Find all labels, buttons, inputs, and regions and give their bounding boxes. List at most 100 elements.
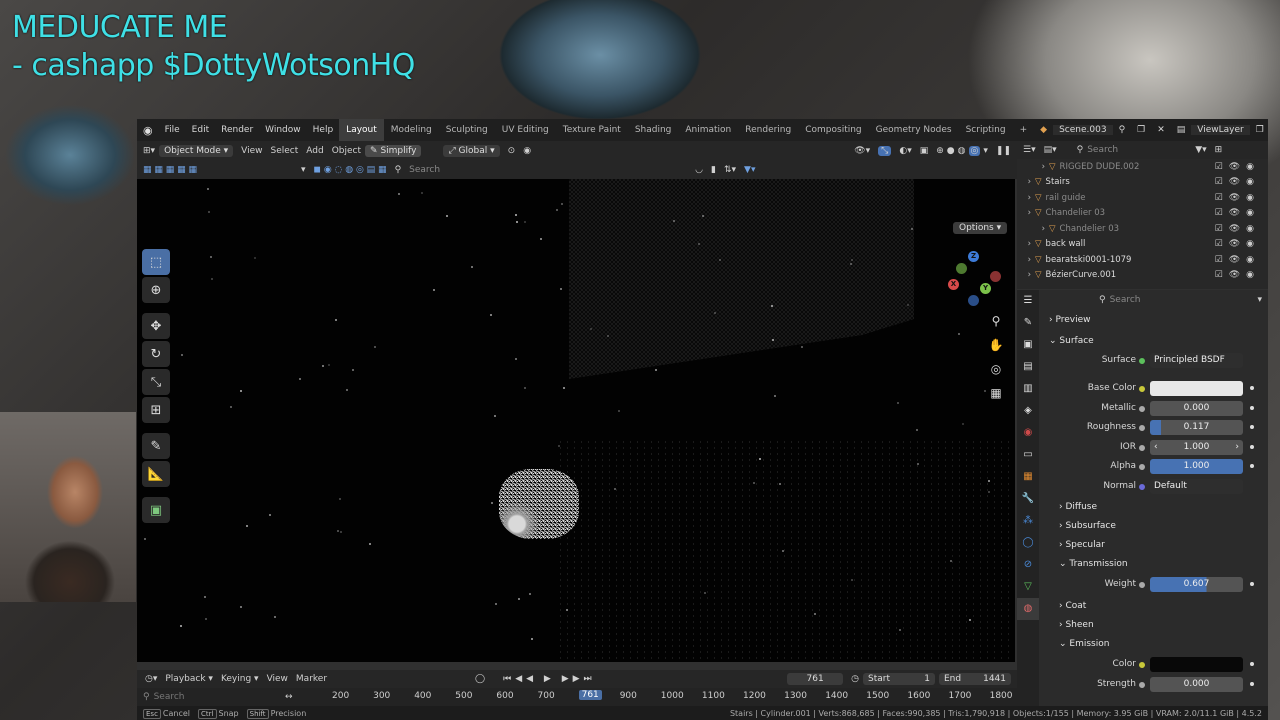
- blender-logo-icon[interactable]: ◉: [137, 124, 159, 137]
- gizmo-x-icon[interactable]: X: [948, 279, 959, 290]
- playback-menu[interactable]: Playback ▾: [165, 674, 213, 684]
- outliner-row[interactable]: › ▽ BézierCurve.001 ☑👁◉: [1017, 268, 1268, 284]
- subsurface-panel-header[interactable]: › Subsurface: [1059, 521, 1116, 531]
- measure-tool-icon[interactable]: 📐: [142, 461, 170, 487]
- keying-menu[interactable]: Keying ▾: [221, 674, 259, 684]
- properties-options-icon[interactable]: ▾: [1257, 295, 1262, 305]
- roughness-slider[interactable]: 0.117: [1150, 420, 1243, 435]
- decrement-arrow-icon[interactable]: ‹: [1154, 440, 1158, 455]
- visibility-toggles-icon[interactable]: ☑👁◉: [1215, 270, 1260, 280]
- 3d-viewport[interactable]: ⬚ ⊕ ✥ ↻ ⤡ ⊞ ✎ 📐 ▣ Options ▾ Z X Y ⚲ ✋ ◎: [137, 179, 1015, 662]
- marker-menu[interactable]: Marker: [296, 674, 327, 684]
- keyframe-icon[interactable]: [1250, 425, 1254, 429]
- visibility-toggles-icon[interactable]: ☑👁◉: [1215, 193, 1260, 203]
- transmission-panel-header[interactable]: ⌄ Transmission: [1059, 559, 1128, 569]
- constraints-tab-icon[interactable]: ⊘: [1017, 554, 1039, 576]
- expand-arrow-icon[interactable]: ›: [1017, 193, 1035, 203]
- scene-tab-icon[interactable]: ◈: [1017, 400, 1039, 422]
- overlay-toggle-icon[interactable]: ◐▾: [899, 146, 911, 156]
- outliner-row[interactable]: › ▽ bearatski0001-1079 ☑👁◉: [1017, 252, 1268, 268]
- tab-layout[interactable]: Layout: [339, 119, 384, 141]
- outliner-row[interactable]: › ▽ Chandelier 03 ☑👁◉: [1017, 221, 1268, 237]
- gizmo-toggle-icon[interactable]: ⤡: [878, 145, 892, 156]
- keyframe-icon[interactable]: [1250, 464, 1254, 468]
- tab-scripting[interactable]: Scripting: [959, 119, 1013, 141]
- end-frame-field[interactable]: End 1441: [939, 673, 1011, 685]
- outliner-search-input[interactable]: Search: [1087, 145, 1187, 155]
- transform-tool-icon[interactable]: ⊞: [142, 397, 170, 423]
- select-box-tool-icon[interactable]: ⬚: [142, 249, 170, 275]
- cursor-tool-icon[interactable]: ⊕: [142, 277, 170, 303]
- shading-solid-icon[interactable]: ●: [947, 146, 955, 156]
- close-icon[interactable]: ✕: [1151, 125, 1171, 135]
- visibility-toggles-icon[interactable]: ☑👁◉: [1215, 239, 1260, 249]
- viewlayer-icon[interactable]: ▤: [1171, 125, 1192, 135]
- base-color-swatch[interactable]: [1150, 381, 1243, 396]
- bookmark-icon[interactable]: ▮: [711, 165, 716, 175]
- annotate-tool-icon[interactable]: ✎: [142, 433, 170, 459]
- view-layer-name[interactable]: ViewLayer: [1191, 125, 1250, 135]
- outliner-filter-icon[interactable]: ▼▾: [1195, 145, 1206, 155]
- timeline-editor-icon[interactable]: ◷▾: [145, 674, 157, 684]
- object-menu[interactable]: Object: [332, 146, 361, 156]
- mode-dropdown[interactable]: Object Mode ▾: [159, 144, 234, 157]
- tab-sculpting[interactable]: Sculpting: [439, 119, 495, 141]
- start-frame-field[interactable]: Start 1: [863, 673, 935, 685]
- visibility-toggles-icon[interactable]: ☑👁◉: [1215, 177, 1260, 187]
- options-dropdown[interactable]: Options ▾: [953, 222, 1008, 234]
- proportional-icon[interactable]: ◉: [523, 146, 531, 156]
- scale-tool-icon[interactable]: ⤡: [142, 369, 170, 395]
- outliner-row[interactable]: › ▽ Stairs ☑👁◉: [1017, 175, 1268, 191]
- coat-panel-header[interactable]: › Coat: [1059, 601, 1086, 611]
- view-layer-tab-icon[interactable]: ▥: [1017, 378, 1039, 400]
- particles-tab-icon[interactable]: ⁂: [1017, 510, 1039, 532]
- pin-icon[interactable]: ⚲: [1113, 125, 1132, 135]
- keyframe-icon[interactable]: [1250, 662, 1254, 666]
- timeline-ruler[interactable]: ⚲ Search ↔ 200 300 400 500 600 700 761 900 1000 1…: [137, 688, 1017, 706]
- render-tab-icon[interactable]: ▣: [1017, 334, 1039, 356]
- display-mode-icon[interactable]: ▤▾: [1044, 145, 1057, 155]
- add-workspace-icon[interactable]: +: [1013, 119, 1035, 141]
- outliner-row[interactable]: › ▽ rail guide ☑👁◉: [1017, 190, 1268, 206]
- expand-arrow-icon[interactable]: ›: [1017, 270, 1035, 280]
- shading-options-icon[interactable]: ▾: [983, 146, 988, 156]
- metallic-slider[interactable]: 0.000: [1150, 401, 1243, 416]
- surface-shader-field[interactable]: Principled BSDF: [1150, 353, 1243, 368]
- menu-edit[interactable]: Edit: [186, 125, 215, 135]
- copy-layer-icon[interactable]: ❐: [1250, 125, 1270, 135]
- tab-animation[interactable]: Animation: [678, 119, 738, 141]
- shading-rendered-icon[interactable]: ◎: [968, 145, 981, 156]
- diffuse-panel-header[interactable]: › Diffuse: [1059, 502, 1097, 512]
- modifier-tab-icon[interactable]: 🔧: [1017, 488, 1039, 510]
- transform-orientation[interactable]: ⤢ Global ▾: [443, 144, 500, 157]
- tab-compositing[interactable]: Compositing: [798, 119, 868, 141]
- zoom-icon[interactable]: ⚲: [987, 314, 1005, 334]
- scene-name[interactable]: Scene.003: [1053, 125, 1113, 135]
- add-menu[interactable]: Add: [306, 146, 323, 156]
- outliner-row[interactable]: › ▽ Chandelier 03 ☑👁◉: [1017, 206, 1268, 222]
- visibility-toggles-icon[interactable]: ☑👁◉: [1215, 224, 1260, 234]
- visibility-toggles-icon[interactable]: ☑👁◉: [1215, 255, 1260, 265]
- ruler-arrows-icon[interactable]: ↔: [285, 692, 293, 702]
- editor-type-icon[interactable]: ☰: [1017, 290, 1039, 312]
- copy-icon[interactable]: ❐: [1131, 125, 1151, 135]
- data-tab-icon[interactable]: ▽: [1017, 576, 1039, 598]
- preview-panel-header[interactable]: › Preview: [1049, 315, 1091, 325]
- shading-wire-icon[interactable]: ⊕: [936, 146, 944, 156]
- filter-icon[interactable]: ▼▾: [744, 165, 755, 175]
- tab-rendering[interactable]: Rendering: [738, 119, 798, 141]
- ruler-search-input[interactable]: Search: [154, 692, 185, 702]
- gizmo-y-icon[interactable]: Y: [980, 283, 991, 294]
- navigation-gizmo[interactable]: Z X Y: [944, 249, 1002, 307]
- outliner-row[interactable]: › ▽ RIGGED DUDE.002 ☑👁◉: [1017, 159, 1268, 175]
- move-tool-icon[interactable]: ✥: [142, 313, 170, 339]
- tab-geometry-nodes[interactable]: Geometry Nodes: [869, 119, 959, 141]
- sort-icon[interactable]: ⇅▾: [724, 165, 736, 175]
- menu-help[interactable]: Help: [307, 125, 340, 135]
- menu-window[interactable]: Window: [259, 125, 307, 135]
- current-frame-field[interactable]: 761: [787, 673, 844, 685]
- camera-icon[interactable]: ◎: [987, 362, 1005, 382]
- ior-field[interactable]: ‹ 1.000 ›: [1150, 440, 1243, 455]
- pan-hand-icon[interactable]: ✋: [987, 338, 1005, 358]
- keyframe-icon[interactable]: [1250, 682, 1254, 686]
